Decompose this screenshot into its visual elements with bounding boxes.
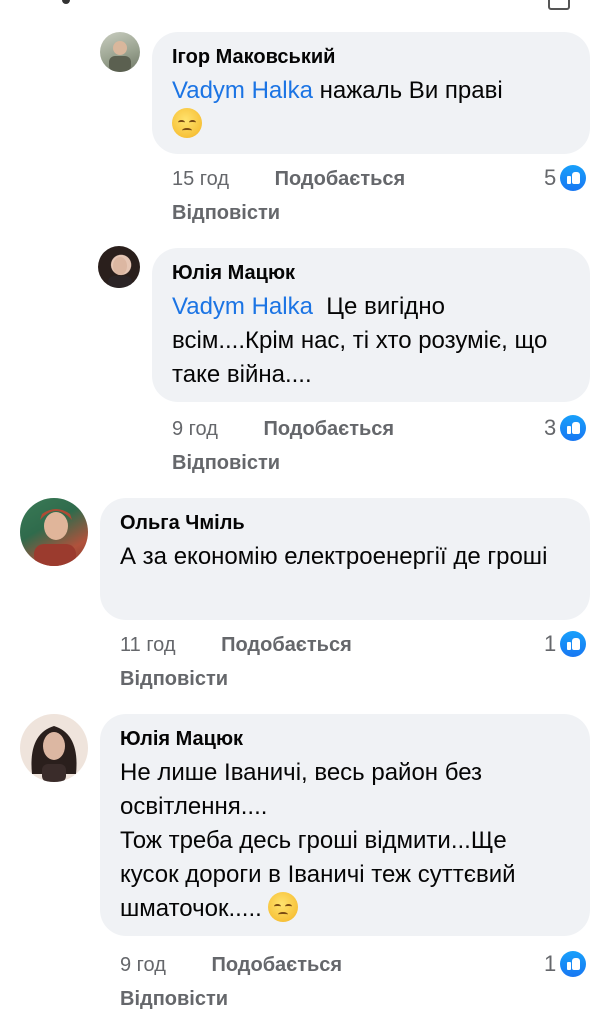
comment-line-1: Не лише Іваничі, весь район без освітлен… bbox=[120, 759, 483, 820]
avatar[interactable] bbox=[98, 246, 140, 288]
avatar-photo-icon bbox=[34, 509, 76, 566]
pensive-face-icon bbox=[268, 892, 299, 922]
like-button[interactable]: Подобається bbox=[275, 166, 406, 192]
comment-bubble[interactable]: Юлія Мацюк Не лише Іваничі, весь район б… bbox=[100, 714, 590, 936]
comment-text: Не лише Іваничі, весь район без освітлен… bbox=[120, 756, 568, 926]
like-button[interactable]: Подобається bbox=[211, 952, 342, 978]
comment-meta: 9 год Подобається bbox=[172, 416, 394, 442]
avatar[interactable] bbox=[20, 498, 88, 566]
mention-link[interactable]: Vadym Halka bbox=[172, 77, 313, 104]
share-icon[interactable] bbox=[548, 0, 570, 10]
like-button[interactable]: Подобається bbox=[263, 416, 394, 442]
comment-meta: 9 год Подобається bbox=[120, 952, 342, 978]
comment-time[interactable]: 11 год bbox=[120, 632, 176, 658]
avatar-photo-icon bbox=[31, 726, 77, 782]
comment-text: А за економію електроенергії де гроші bbox=[120, 543, 548, 570]
comment-meta: 15 год Подобається bbox=[172, 166, 405, 192]
top-edge bbox=[0, 0, 612, 10]
like-reaction-icon bbox=[560, 415, 587, 441]
reaction-count: 1 bbox=[544, 631, 557, 656]
like-button[interactable]: Подобається bbox=[221, 632, 352, 658]
comment-author[interactable]: Ольга Чміль bbox=[120, 510, 568, 536]
comment-time[interactable]: 15 год bbox=[172, 166, 229, 192]
comment-body: нажаль Ви праві bbox=[319, 77, 503, 104]
reply-button[interactable]: Відповісти bbox=[172, 200, 280, 226]
reaction-count: 3 bbox=[544, 415, 557, 440]
reaction-count: 5 bbox=[544, 165, 557, 190]
reply-button[interactable]: Відповісти bbox=[120, 986, 228, 1012]
avatar[interactable] bbox=[100, 32, 140, 72]
reaction-summary[interactable]: 3 bbox=[544, 414, 587, 442]
comment-meta: 11 год Подобається bbox=[120, 632, 352, 658]
comment-text: Vadym Halka нажаль Ви праві bbox=[172, 74, 568, 142]
reaction-count: 1 bbox=[544, 951, 557, 976]
reply-button[interactable]: Відповісти bbox=[120, 666, 228, 692]
avatar[interactable] bbox=[20, 714, 88, 782]
avatar-photo-icon bbox=[109, 41, 131, 72]
comment-bubble[interactable]: Юлія Мацюк Vadym Halka Це вигідно всім..… bbox=[152, 248, 590, 402]
like-reaction-icon bbox=[560, 631, 587, 657]
comment-line-2: Тож треба десь гроші відмити...Ще кусок … bbox=[120, 827, 516, 922]
like-reaction-icon bbox=[560, 951, 587, 977]
reply-button[interactable]: Відповісти bbox=[172, 450, 280, 476]
reaction-summary[interactable]: 1 bbox=[544, 630, 587, 658]
comment-bubble[interactable]: Ольга Чміль А за економію електроенергії… bbox=[100, 498, 590, 620]
comment-text: Vadym Halka Це вигідно всім....Крім нас,… bbox=[172, 290, 568, 392]
comment-time[interactable]: 9 год bbox=[172, 416, 218, 442]
comment-author[interactable]: Юлія Мацюк bbox=[120, 726, 568, 752]
top-dot bbox=[62, 0, 70, 4]
comment-author[interactable]: Юлія Мацюк bbox=[172, 260, 568, 286]
comment-time[interactable]: 9 год bbox=[120, 952, 166, 978]
comment-bubble[interactable]: Ігор Маковський Vadym Halka нажаль Ви пр… bbox=[152, 32, 590, 154]
like-reaction-icon bbox=[560, 165, 587, 191]
pensive-face-icon bbox=[172, 108, 202, 138]
reaction-summary[interactable]: 5 bbox=[544, 164, 587, 192]
mention-link[interactable]: Vadym Halka bbox=[172, 293, 313, 320]
avatar-photo-icon bbox=[108, 257, 132, 288]
reaction-summary[interactable]: 1 bbox=[544, 950, 587, 978]
comment-author[interactable]: Ігор Маковський bbox=[172, 44, 568, 70]
